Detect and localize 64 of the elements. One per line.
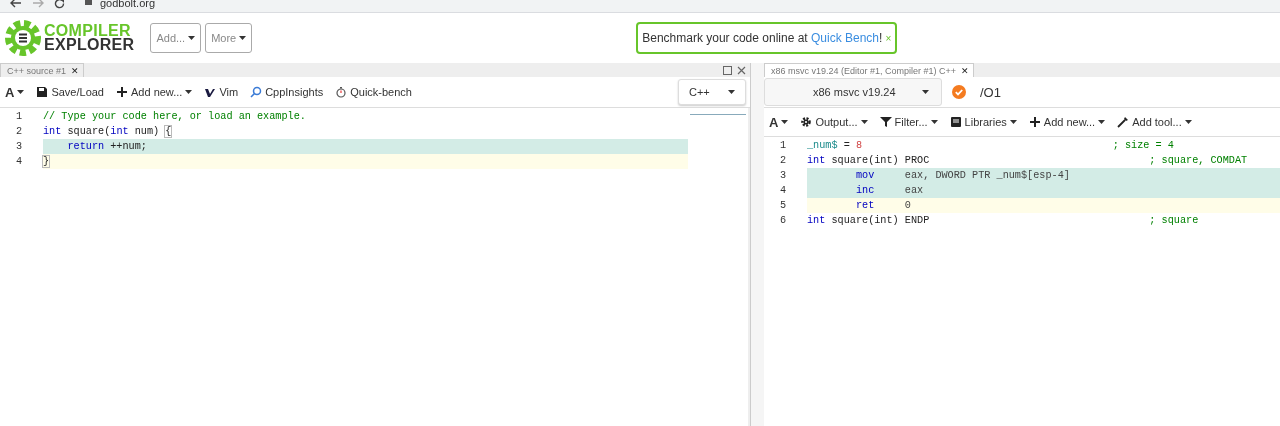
toolbar-button[interactable]: Libraries (944, 116, 1022, 128)
code-line: int square(int num) { (43, 125, 173, 139)
banner-text: Benchmark your code online at Quick Bench! (642, 31, 883, 45)
save-icon (36, 86, 49, 98)
reload-icon (54, 0, 65, 9)
line-number: 3 (778, 170, 787, 181)
line-number: 2 (14, 126, 23, 137)
line-number: 1 (778, 140, 787, 151)
line-number: 5 (778, 200, 787, 211)
line-number: 1 (14, 111, 23, 122)
code-line: // Type your code here, or load an example. (43, 110, 307, 124)
font-size-button[interactable]: A (764, 114, 794, 130)
quick-bench-link[interactable]: Quick Bench (811, 31, 880, 45)
scrollbar[interactable] (748, 108, 750, 426)
line-number: 4 (14, 156, 23, 167)
toolbar-button[interactable]: Save/Load (31, 86, 109, 98)
plus-icon (1028, 116, 1041, 128)
logo-text: EXPLORER (44, 38, 135, 52)
toolbar-button[interactable]: Vim (199, 86, 244, 98)
toolbar-button[interactable]: Filter... (874, 116, 943, 128)
code-line: int square(int) PROC ; square, COMDAT (807, 154, 1249, 168)
menu-button[interactable]: Add... (150, 23, 202, 53)
line-number: 3 (14, 141, 23, 152)
pane-splitter[interactable] (751, 63, 764, 426)
forward-arrow-icon (32, 0, 44, 8)
menu-button[interactable]: More (205, 23, 253, 53)
address-bar[interactable]: godbolt.org (85, 0, 156, 9)
logo-text: COMPILER (44, 24, 131, 38)
close-button[interactable]: ✕ (961, 65, 970, 76)
gear-logo-icon (4, 19, 42, 57)
tab-title: C++ source #1 (7, 65, 67, 76)
caret-icon (728, 90, 735, 94)
toolbar-button[interactable]: Add tool... (1112, 116, 1197, 128)
pane-tab[interactable]: x86 msvc v19.24 (Editor #1, Compiler #1) C++ ✕ (764, 63, 975, 77)
toolbar-button[interactable]: Output... (795, 116, 873, 128)
plus-icon (116, 86, 128, 98)
close-icon (737, 65, 746, 75)
url-text: godbolt.org (100, 0, 156, 9)
toolbar-button[interactable]: Add new... (111, 86, 198, 98)
maximize-icon (723, 65, 732, 75)
wand-icon (1117, 116, 1130, 128)
close-button[interactable]: ✕ (71, 65, 80, 76)
success-check-icon (952, 85, 966, 99)
back-arrow-icon (10, 0, 22, 8)
line-number: 6 (778, 215, 787, 226)
gear-icon (800, 116, 813, 128)
line-number: 2 (778, 155, 787, 166)
language-dropdown[interactable]: C++ (678, 79, 746, 105)
code-line: int square(int) ENDP ; square (807, 214, 1200, 228)
toolbar-button[interactable]: CppInsights (245, 86, 329, 98)
code-line: _num$ = 8 ; size = 4 (807, 139, 1175, 153)
line-number: 4 (778, 185, 787, 196)
toolbar-button[interactable]: Add new... (1023, 116, 1111, 128)
magnifier-icon (250, 86, 263, 98)
stopwatch-icon (335, 86, 348, 98)
tab-title: x86 msvc v19.24 (Editor #1, Compiler #1) C++ (771, 65, 957, 76)
v-letter-icon (204, 86, 217, 98)
compiler-dropdown[interactable]: x86 msvc v19.24 (764, 78, 942, 106)
pane-tab[interactable]: C++ source #1 ✕ (0, 63, 85, 77)
toolbar-button[interactable]: Quick-bench (330, 86, 417, 98)
caret-icon (922, 90, 929, 94)
book-icon (949, 116, 962, 128)
filter-icon (879, 116, 892, 128)
font-size-button[interactable]: A (0, 84, 30, 100)
